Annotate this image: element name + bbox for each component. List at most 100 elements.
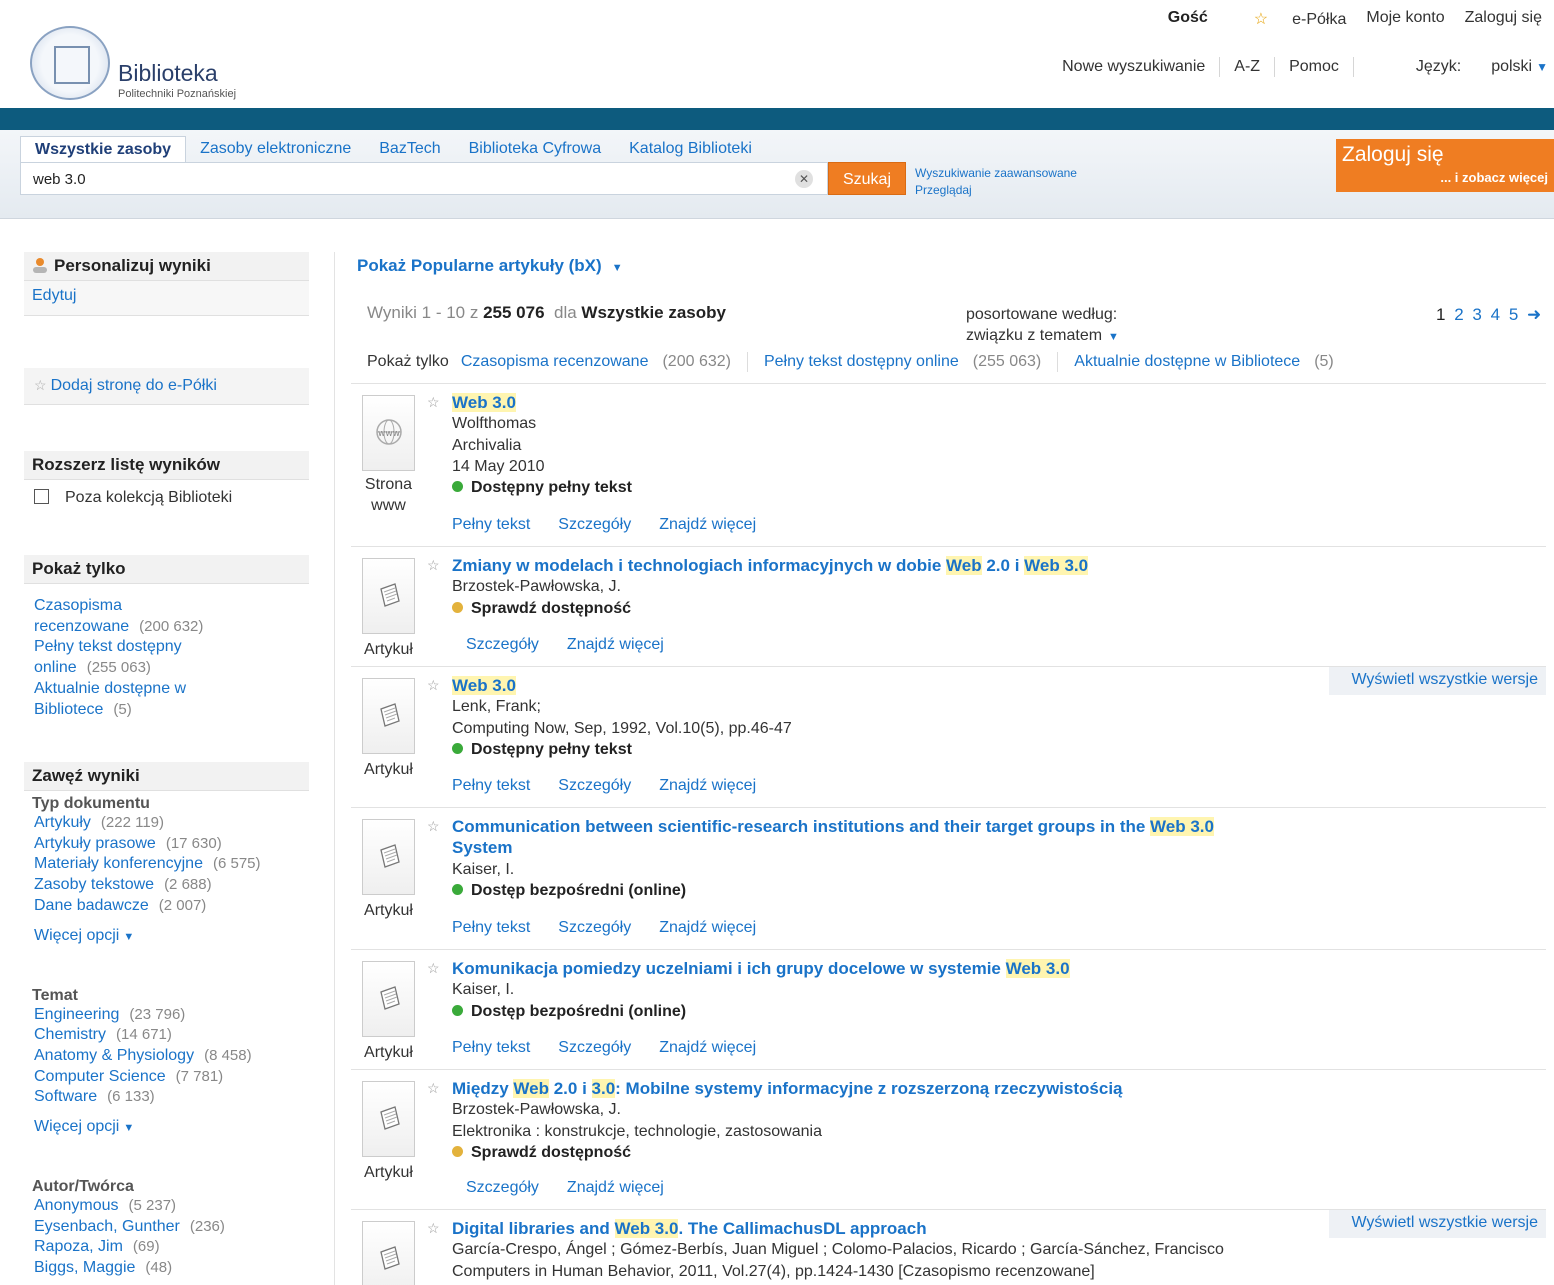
article-thumbnail[interactable] xyxy=(362,1221,415,1285)
search-input[interactable]: web 3.0 ✕ xyxy=(20,162,828,195)
availability-status[interactable]: Sprawdź dostępność xyxy=(452,1142,1352,1163)
browse-link[interactable]: Przeglądaj xyxy=(915,182,1077,199)
page-4[interactable]: 4 xyxy=(1491,305,1500,324)
clear-icon[interactable]: ✕ xyxy=(795,170,813,188)
find-more-link[interactable]: Znajdź więcej xyxy=(659,516,756,533)
result-title[interactable]: Zmiany w modelach i technologiach inform… xyxy=(452,555,1352,576)
facet-item[interactable]: Eysenbach, Gunther (236) xyxy=(34,1217,299,1238)
facet-item[interactable]: Zasoby tekstowe (2 688) xyxy=(34,875,299,896)
facet-available-in-library[interactable]: Aktualnie dostępne w Bibliotece (5) xyxy=(34,679,299,720)
advanced-search-link[interactable]: Wyszukiwanie zaawansowane xyxy=(915,165,1077,182)
filter-full-text[interactable]: Pełny tekst dostępny online xyxy=(764,353,959,371)
find-more-link[interactable]: Znajdź więcej xyxy=(567,636,664,653)
star-icon[interactable]: ☆ xyxy=(427,557,440,574)
facet-item[interactable]: Anonymous (5 237) xyxy=(34,1196,299,1217)
facet-peer-reviewed[interactable]: Czasopisma recenzowane (200 632) xyxy=(34,596,299,637)
popular-articles-toggle[interactable]: Pokaż Popularne artykuły (bX) ▼ xyxy=(357,256,623,276)
page-3[interactable]: 3 xyxy=(1472,305,1481,324)
help-link[interactable]: Pomoc xyxy=(1289,58,1339,76)
facet-item[interactable]: Dane badawcze (2 007) xyxy=(34,896,299,917)
search-button[interactable]: Szukaj xyxy=(828,162,906,195)
full-text-link[interactable]: Pełny tekst xyxy=(452,919,530,936)
next-arrow-icon[interactable]: ➜ xyxy=(1527,305,1541,324)
page-1[interactable]: 1 xyxy=(1436,305,1445,324)
my-account-link[interactable]: Moje konto xyxy=(1366,9,1444,29)
facet-full-text[interactable]: Pełny tekst dostępny online (255 063) xyxy=(34,637,299,678)
result-title[interactable]: Communication between scientific-researc… xyxy=(452,816,1352,859)
facet-item[interactable]: Anatomy & Physiology (8 458) xyxy=(34,1046,299,1067)
webpage-thumbnail[interactable]: www xyxy=(362,395,415,471)
tab-all-resources[interactable]: Wszystkie zasoby xyxy=(20,136,187,164)
eshelf-link[interactable]: ☆ e-Półka xyxy=(1234,9,1347,29)
sort-select[interactable]: związku z tematem ▼ xyxy=(966,325,1119,348)
find-more-link[interactable]: Znajdź więcej xyxy=(567,1179,664,1196)
facet-item[interactable]: Engineering (23 796) xyxy=(34,1005,299,1026)
facet-item[interactable]: Artykuły prasowe (17 630) xyxy=(34,834,299,855)
facet-item[interactable]: Rapoza, Jim (69) xyxy=(34,1237,299,1258)
tab-electronic-resources[interactable]: Zasoby elektroniczne xyxy=(186,136,365,164)
result-title[interactable]: Między Web 2.0 i 3.0: Mobilne systemy in… xyxy=(452,1078,1352,1099)
star-icon[interactable]: ☆ xyxy=(427,1220,440,1237)
details-link[interactable]: Szczegóły xyxy=(466,1179,539,1196)
page-2[interactable]: 2 xyxy=(1454,305,1463,324)
article-thumbnail[interactable] xyxy=(362,678,415,754)
find-more-link[interactable]: Znajdź więcej xyxy=(659,777,756,794)
filter-available[interactable]: Aktualnie dostępne w Bibliotece xyxy=(1074,353,1300,371)
details-link[interactable]: Szczegóły xyxy=(466,636,539,653)
availability-status[interactable]: Dostępny pełny tekst xyxy=(452,739,1352,760)
page-5[interactable]: 5 xyxy=(1509,305,1518,324)
facet-item[interactable]: Materiały konferencyjne (6 575) xyxy=(34,854,299,875)
details-link[interactable]: Szczegóły xyxy=(558,777,631,794)
facet-item[interactable]: Software (6 133) xyxy=(34,1087,299,1108)
add-page-link[interactable]: ☆ Dodaj stronę do e-Półki xyxy=(24,368,309,405)
article-thumbnail[interactable] xyxy=(362,1081,415,1157)
availability-status[interactable]: Dostęp bezpośredni (online) xyxy=(452,880,1352,901)
tab-catalog[interactable]: Katalog Biblioteki xyxy=(615,136,766,164)
availability-status[interactable]: Sprawdź dostępność xyxy=(452,598,1352,619)
facet-item[interactable]: Chemistry (14 671) xyxy=(34,1025,299,1046)
result-title[interactable]: Web 3.0 xyxy=(452,675,1352,696)
star-icon[interactable]: ☆ xyxy=(427,677,440,694)
result-title[interactable]: Digital libraries and Web 3.0. The Calli… xyxy=(452,1218,1352,1239)
star-icon[interactable]: ☆ xyxy=(427,1080,440,1097)
az-link[interactable]: A-Z xyxy=(1234,58,1260,76)
details-link[interactable]: Szczegóły xyxy=(558,516,631,533)
chevron-down-icon[interactable]: ▼ xyxy=(1536,60,1548,74)
star-icon[interactable]: ☆ xyxy=(427,818,440,835)
availability-status[interactable]: Dostęp bezpośredni (online) xyxy=(452,1001,1352,1022)
view-all-versions-link[interactable]: Wyświetl wszystkie wersje xyxy=(1329,1210,1546,1238)
more-options-button[interactable]: Więcej opcji ▼ xyxy=(24,927,309,945)
search-query[interactable]: web 3.0 xyxy=(33,171,86,188)
view-all-versions-link[interactable]: Wyświetl wszystkie wersje xyxy=(1329,667,1546,695)
outside-collection-option[interactable]: Poza kolekcją Biblioteki xyxy=(24,480,309,516)
facet-item[interactable]: Artykuły (222 119) xyxy=(34,813,299,834)
full-text-link[interactable]: Pełny tekst xyxy=(452,777,530,794)
login-link[interactable]: Zaloguj się xyxy=(1465,9,1542,29)
article-thumbnail[interactable] xyxy=(362,961,415,1037)
checkbox[interactable] xyxy=(34,489,49,504)
full-text-link[interactable]: Pełny tekst xyxy=(452,1039,530,1056)
availability-status[interactable]: Dostępny pełny tekst xyxy=(452,477,1352,498)
article-thumbnail[interactable] xyxy=(362,558,415,634)
full-text-link[interactable]: Pełny tekst xyxy=(452,516,530,533)
find-more-link[interactable]: Znajdź więcej xyxy=(659,1039,756,1056)
details-link[interactable]: Szczegóły xyxy=(558,1039,631,1056)
article-thumbnail[interactable] xyxy=(362,819,415,895)
star-icon[interactable]: ☆ xyxy=(427,394,440,411)
tab-digital-library[interactable]: Biblioteka Cyfrowa xyxy=(455,136,616,164)
new-search-link[interactable]: Nowe wyszukiwanie xyxy=(1062,58,1205,76)
facet-item[interactable]: Biggs, Maggie (48) xyxy=(34,1258,299,1279)
result-title[interactable]: Komunikacja pomiedzy uczelniami i ich gr… xyxy=(452,958,1352,979)
details-link[interactable]: Szczegóły xyxy=(558,919,631,936)
more-options-button[interactable]: Więcej opcji ▼ xyxy=(24,1118,309,1136)
find-more-link[interactable]: Znajdź więcej xyxy=(659,919,756,936)
star-icon[interactable]: ☆ xyxy=(427,960,440,977)
filter-peer-reviewed[interactable]: Czasopisma recenzowane xyxy=(461,353,649,371)
language-select[interactable]: polski xyxy=(1491,58,1532,76)
facet-item[interactable]: Computer Science (7 781) xyxy=(34,1067,299,1088)
edit-personalization-link[interactable]: Edytuj xyxy=(24,281,309,316)
tab-baztech[interactable]: BazTech xyxy=(365,136,454,164)
login-promo-button[interactable]: Zaloguj się ... i zobacz więcej xyxy=(1336,139,1554,192)
result-title[interactable]: Web 3.0 xyxy=(452,392,1352,413)
library-logo[interactable]: Biblioteka Politechniki Poznańskiej xyxy=(30,22,270,102)
